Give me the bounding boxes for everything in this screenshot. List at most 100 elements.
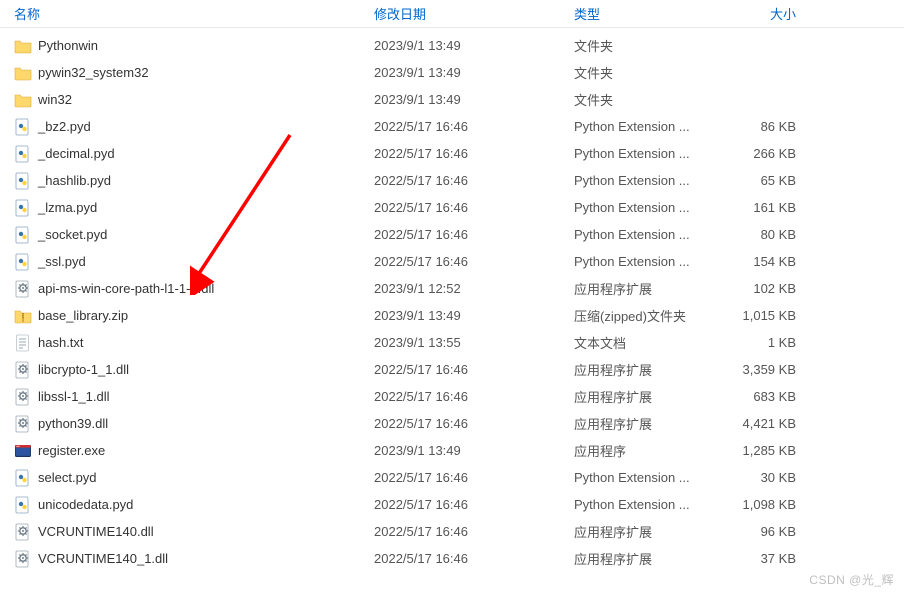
file-date: 2022/5/17 16:46 (360, 227, 560, 242)
file-name: unicodedata.pyd (38, 497, 133, 512)
file-row[interactable]: pywin32_system32 2023/9/1 13:49 文件夹 (0, 59, 904, 86)
file-size: 4,421 KB (720, 416, 810, 431)
python-ext-icon (14, 226, 32, 244)
file-type: Python Extension ... (560, 497, 720, 512)
file-type: 压缩(zipped)文件夹 (560, 306, 720, 325)
file-type: 应用程序扩展 (560, 279, 720, 298)
file-date: 2023/9/1 13:49 (360, 308, 560, 323)
file-row[interactable]: python39.dll 2022/5/17 16:46 应用程序扩展 4,42… (0, 410, 904, 437)
file-date: 2022/5/17 16:46 (360, 497, 560, 512)
file-name: libcrypto-1_1.dll (38, 362, 129, 377)
file-date: 2023/9/1 12:52 (360, 281, 560, 296)
file-date: 2022/5/17 16:46 (360, 470, 560, 485)
python-ext-icon (14, 253, 32, 271)
file-date: 2022/5/17 16:46 (360, 551, 560, 566)
file-name: VCRUNTIME140.dll (38, 524, 154, 539)
file-row[interactable]: _decimal.pyd 2022/5/17 16:46 Python Exte… (0, 140, 904, 167)
file-row[interactable]: VCRUNTIME140.dll 2022/5/17 16:46 应用程序扩展 … (0, 518, 904, 545)
file-name: python39.dll (38, 416, 108, 431)
file-name: win32 (38, 92, 72, 107)
dll-icon (14, 550, 32, 568)
file-name: libssl-1_1.dll (38, 389, 110, 404)
file-size: 102 KB (720, 281, 810, 296)
file-size: 1,015 KB (720, 308, 810, 323)
file-name: api-ms-win-core-path-l1-1-0.dll (38, 281, 214, 296)
file-type: 应用程序扩展 (560, 522, 720, 541)
file-name: _ssl.pyd (38, 254, 86, 269)
file-list: Pythonwin 2023/9/1 13:49 文件夹 pywin32_sys… (0, 28, 904, 572)
dll-icon (14, 523, 32, 541)
file-type: 文件夹 (560, 36, 720, 55)
file-date: 2022/5/17 16:46 (360, 200, 560, 215)
txt-icon (14, 334, 32, 352)
column-header-row: 名称 修改日期 类型 大小 (0, 0, 904, 28)
file-size: 37 KB (720, 551, 810, 566)
column-header-type[interactable]: 类型 (560, 0, 720, 27)
watermark-text: CSDN @光_辉 (809, 571, 894, 588)
file-name: hash.txt (38, 335, 84, 350)
zip-icon (14, 307, 32, 325)
file-date: 2022/5/17 16:46 (360, 362, 560, 377)
file-size: 86 KB (720, 119, 810, 134)
file-row[interactable]: _ssl.pyd 2022/5/17 16:46 Python Extensio… (0, 248, 904, 275)
file-row[interactable]: base_library.zip 2023/9/1 13:49 压缩(zippe… (0, 302, 904, 329)
file-size: 65 KB (720, 173, 810, 188)
file-row[interactable]: unicodedata.pyd 2022/5/17 16:46 Python E… (0, 491, 904, 518)
file-type: 文本文档 (560, 333, 720, 352)
python-ext-icon (14, 172, 32, 190)
file-type: Python Extension ... (560, 227, 720, 242)
file-name: _hashlib.pyd (38, 173, 111, 188)
column-header-date-label: 修改日期 (374, 7, 426, 22)
file-row[interactable]: _lzma.pyd 2022/5/17 16:46 Python Extensi… (0, 194, 904, 221)
file-date: 2023/9/1 13:49 (360, 38, 560, 53)
column-header-date[interactable]: 修改日期 (360, 0, 560, 27)
file-row[interactable]: _hashlib.pyd 2022/5/17 16:46 Python Exte… (0, 167, 904, 194)
file-size: 1,098 KB (720, 497, 810, 512)
file-size: 80 KB (720, 227, 810, 242)
file-date: 2023/9/1 13:49 (360, 443, 560, 458)
file-name: base_library.zip (38, 308, 128, 323)
file-size: 1,285 KB (720, 443, 810, 458)
file-row[interactable]: api-ms-win-core-path-l1-1-0.dll 2023/9/1… (0, 275, 904, 302)
file-type: Python Extension ... (560, 200, 720, 215)
file-row[interactable]: Pythonwin 2023/9/1 13:49 文件夹 (0, 32, 904, 59)
file-row[interactable]: _socket.pyd 2022/5/17 16:46 Python Exten… (0, 221, 904, 248)
file-date: 2023/9/1 13:49 (360, 65, 560, 80)
file-size: 266 KB (720, 146, 810, 161)
dll-icon (14, 415, 32, 433)
file-size: 96 KB (720, 524, 810, 539)
file-row[interactable]: _bz2.pyd 2022/5/17 16:46 Python Extensio… (0, 113, 904, 140)
file-row[interactable]: register.exe 2023/9/1 13:49 应用程序 1,285 K… (0, 437, 904, 464)
column-header-type-label: 类型 (574, 7, 600, 22)
file-type: 应用程序扩展 (560, 387, 720, 406)
file-date: 2022/5/17 16:46 (360, 173, 560, 188)
column-header-name[interactable]: 名称 (0, 0, 360, 27)
python-ext-icon (14, 469, 32, 487)
file-row[interactable]: VCRUNTIME140_1.dll 2022/5/17 16:46 应用程序扩… (0, 545, 904, 572)
file-type: 应用程序扩展 (560, 414, 720, 433)
file-date: 2023/9/1 13:55 (360, 335, 560, 350)
file-size: 30 KB (720, 470, 810, 485)
file-row[interactable]: win32 2023/9/1 13:49 文件夹 (0, 86, 904, 113)
file-date: 2022/5/17 16:46 (360, 254, 560, 269)
file-date: 2022/5/17 16:46 (360, 119, 560, 134)
file-size: 3,359 KB (720, 362, 810, 377)
file-type: Python Extension ... (560, 254, 720, 269)
file-type: Python Extension ... (560, 470, 720, 485)
file-row[interactable]: libcrypto-1_1.dll 2022/5/17 16:46 应用程序扩展… (0, 356, 904, 383)
dll-icon (14, 280, 32, 298)
folder-icon (14, 64, 32, 82)
file-name: Pythonwin (38, 38, 98, 53)
python-ext-icon (14, 145, 32, 163)
column-header-size[interactable]: 大小 (720, 0, 810, 27)
file-type: Python Extension ... (560, 119, 720, 134)
file-row[interactable]: select.pyd 2022/5/17 16:46 Python Extens… (0, 464, 904, 491)
file-row[interactable]: libssl-1_1.dll 2022/5/17 16:46 应用程序扩展 68… (0, 383, 904, 410)
file-date: 2023/9/1 13:49 (360, 92, 560, 107)
file-name: _decimal.pyd (38, 146, 115, 161)
file-row[interactable]: hash.txt 2023/9/1 13:55 文本文档 1 KB (0, 329, 904, 356)
python-ext-icon (14, 199, 32, 217)
file-type: 应用程序 (560, 441, 720, 460)
file-name: pywin32_system32 (38, 65, 149, 80)
file-name: select.pyd (38, 470, 97, 485)
